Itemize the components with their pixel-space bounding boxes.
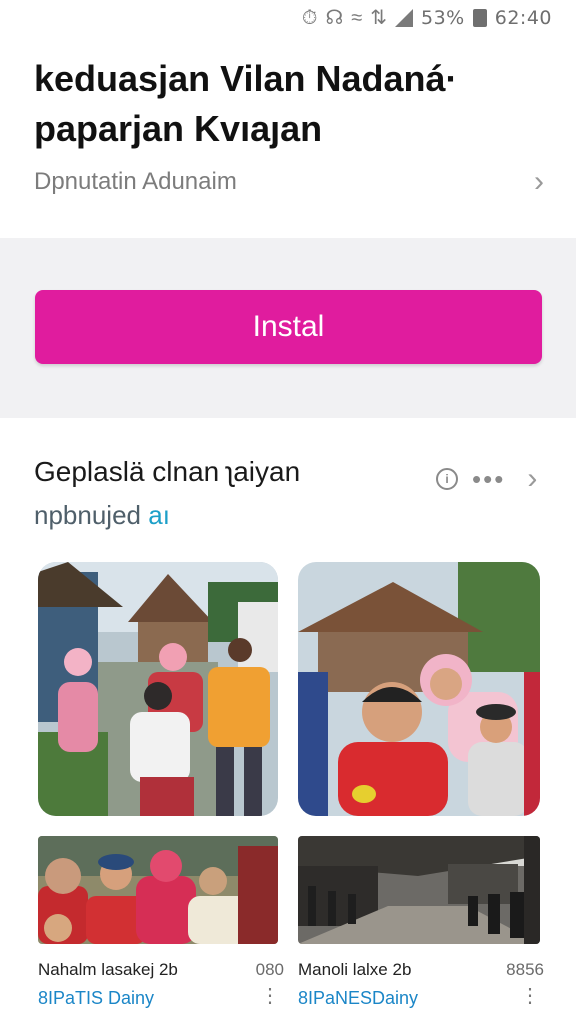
section-subtitle-accent: aı [148,500,170,530]
wifi-icon: ≈ [351,7,363,29]
chevron-right-icon: › [534,165,544,198]
info-icon[interactable]: i [436,468,458,490]
battery-icon [472,9,487,27]
install-button[interactable]: Instal [35,290,542,364]
more-horizontal-icon[interactable]: ••• [472,466,505,492]
section-subtitle: npbnujed aı [34,500,170,531]
more-vertical-icon[interactable]: ⋮ [260,986,280,1006]
card-tag[interactable]: 8IPaNESDainy [298,988,544,1009]
photo-group[interactable] [38,836,278,944]
signal-icon [395,9,413,27]
developer-name: Dpnutatin Adunaim [34,168,237,195]
vibrate-icon: ☊ [325,7,344,29]
data-icon: ⇅ [370,7,387,29]
photo-children-close-up[interactable] [298,562,540,816]
alarm-icon: ⏱ [301,7,318,29]
install-section: Instal [0,238,576,418]
section-title: Geplaslä clnan ʅaiyan [34,456,301,487]
chevron-right-icon[interactable]: › [527,464,537,494]
card-meta: Manoli lalxe 2b 8856 8IPaNESDainy ⋮ [298,960,544,1009]
card-count: 080 [255,960,284,979]
section-actions: i ••• › [436,464,537,494]
card-title: Nahalm lasakej 2b [38,960,178,979]
app-title: keduasjan Vilan Nadaná· paparjan Kvıaȷan [34,54,534,154]
developer-row[interactable]: Dpnutatin Adunaim › [34,160,544,204]
card-count: 8856 [506,960,544,979]
card-tag[interactable]: 8IPaTIS Dainy [38,988,284,1009]
card-meta: Nahalm lasakej 2b 080 8IPaTIS Dainy ⋮ [38,960,284,1009]
status-bar: ⏱ ☊ ≈ ⇅ 53% 62:40 [0,0,576,36]
battery-percent: 53% [421,7,465,29]
clock: 62:40 [494,7,552,29]
app-title-line-1: keduasjan Vilan Nadaná· [34,58,458,99]
section-subtitle-main: npbnujed [34,500,149,530]
photo-corridor[interactable] [298,836,540,944]
photo-street-scene[interactable] [38,562,278,816]
more-vertical-icon[interactable]: ⋮ [520,986,540,1006]
app-title-line-2: paparjan Kvıaȷan [34,108,323,149]
